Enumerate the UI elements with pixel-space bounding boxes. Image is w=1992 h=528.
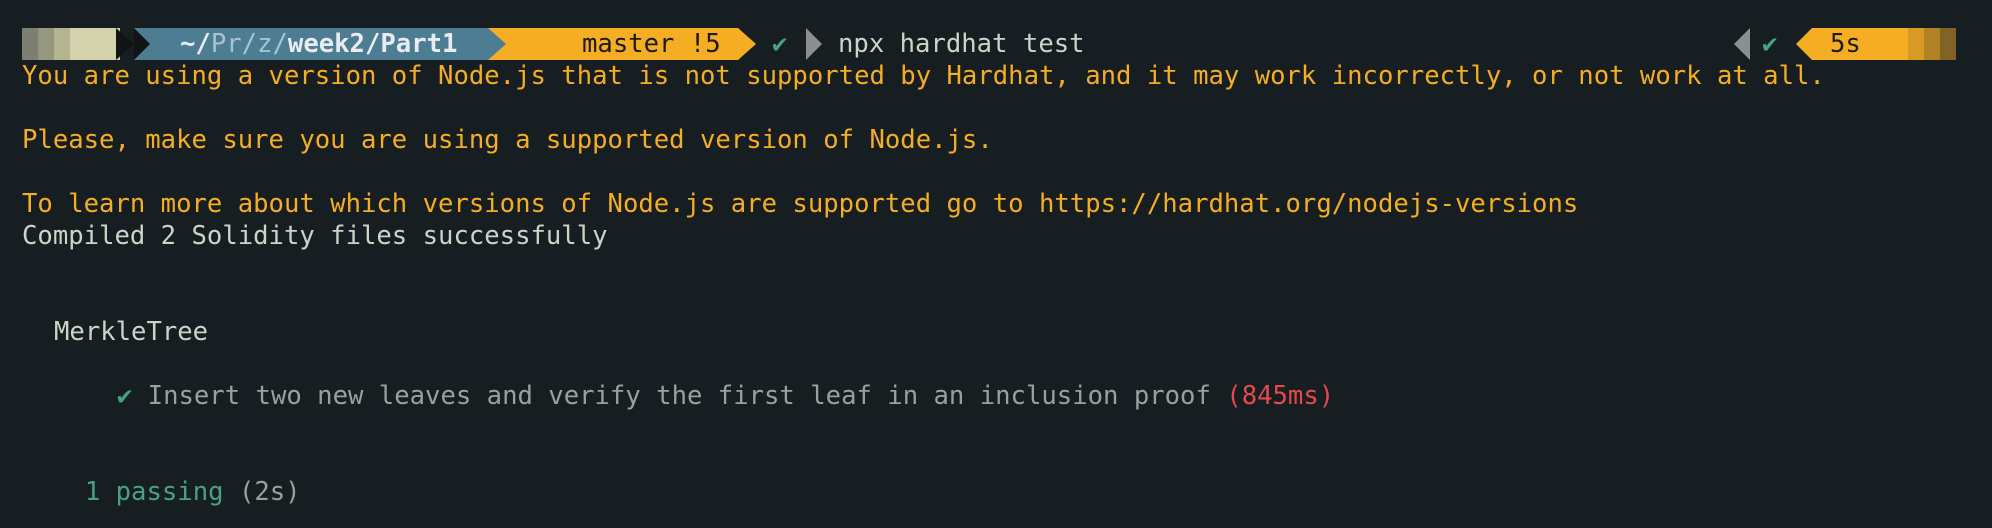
right-check-icon: ✔ bbox=[1762, 29, 1778, 59]
passing-summary: 1 passing (2s) bbox=[54, 444, 301, 507]
git-branch: master !5 bbox=[582, 29, 721, 59]
compile-status: Compiled 2 Solidity files successfully bbox=[22, 221, 608, 251]
path-dir-pr: Pr bbox=[210, 29, 242, 59]
status-check-icon: ✔ bbox=[772, 29, 788, 59]
git-right-arrow-icon bbox=[738, 28, 756, 60]
prompt-block-1 bbox=[22, 28, 38, 60]
node-warning-line: You are using a version of Node.js that … bbox=[22, 61, 1825, 91]
passing-count: 1 passing bbox=[84, 477, 224, 507]
command-input[interactable]: npx hardhat test bbox=[838, 28, 1085, 60]
prompt-chevron-icon bbox=[806, 28, 822, 60]
duration-left-arrow-icon bbox=[1796, 28, 1812, 60]
path-display: ~/Pr/z/week2/Part1 bbox=[180, 28, 457, 60]
right-chevron-icon bbox=[1734, 28, 1750, 60]
duration-block-1 bbox=[1908, 28, 1924, 60]
path-dir-part: Part1 bbox=[380, 29, 458, 59]
path-dir-week: week2 bbox=[287, 29, 365, 59]
path-left-notch bbox=[134, 28, 150, 60]
node-warning-line: To learn more about which versions of No… bbox=[22, 189, 1579, 219]
path-dir-z: z bbox=[257, 29, 273, 59]
prompt-block-2 bbox=[38, 28, 54, 60]
prompt-block-3 bbox=[54, 28, 70, 60]
passing-time: (2s) bbox=[238, 477, 301, 507]
path-sep: / bbox=[241, 29, 258, 59]
test-name: Insert two new leaves and verify the fir… bbox=[147, 381, 1211, 411]
path-sep: / bbox=[364, 29, 381, 59]
node-warning-line: Please, make sure you are using a suppor… bbox=[22, 125, 993, 155]
shell-prompt: ~/Pr/z/week2/Part1 master !5 ✔ npx hardh… bbox=[0, 28, 1992, 60]
test-duration: (845ms) bbox=[1226, 381, 1335, 411]
duration-block-2 bbox=[1924, 28, 1940, 60]
test-pass-check-icon: ✔ bbox=[116, 381, 133, 411]
path-sep: / bbox=[272, 29, 288, 59]
path-home: ~/ bbox=[180, 29, 211, 59]
duration-label: 5s bbox=[1830, 29, 1861, 59]
test-result-row: ✔ Insert two new leaves and verify the f… bbox=[86, 348, 1334, 411]
duration-block-3 bbox=[1940, 28, 1956, 60]
separator-arrow-icon bbox=[116, 28, 134, 60]
test-suite-name: MerkleTree bbox=[54, 317, 209, 347]
prompt-block-4 bbox=[70, 28, 116, 60]
git-left-arrow-icon bbox=[488, 28, 506, 60]
